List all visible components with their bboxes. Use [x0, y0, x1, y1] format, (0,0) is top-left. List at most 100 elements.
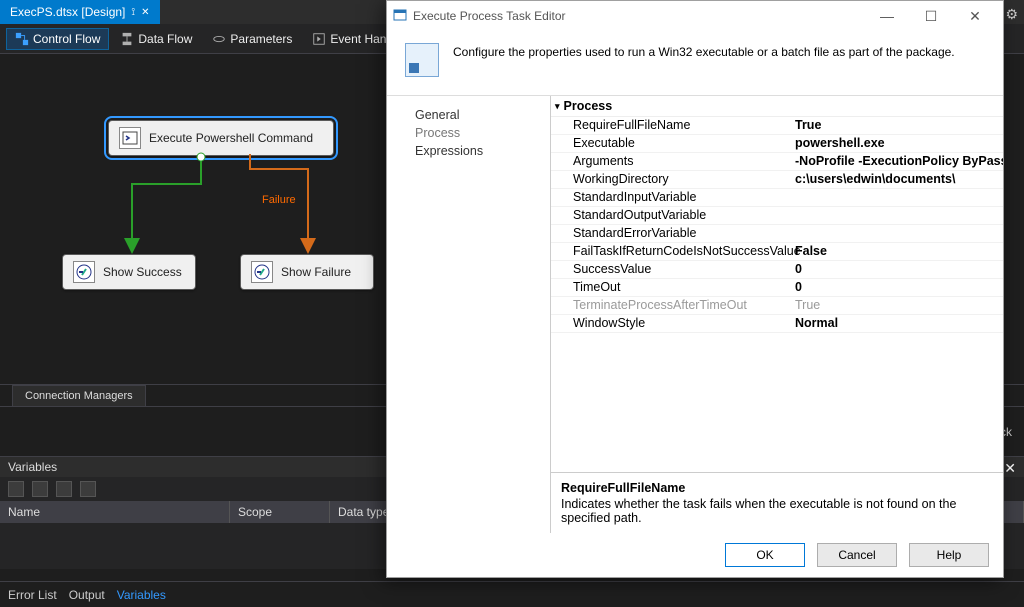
prop-row-stdin[interactable]: StandardInputVariable [551, 189, 1003, 207]
minimize-button[interactable]: — [865, 2, 909, 30]
dialog-footer: OK Cancel Help [387, 533, 1003, 577]
connection-managers-title: Connection Managers [25, 390, 133, 402]
control-flow-icon [15, 32, 29, 46]
help-label: Help [937, 548, 962, 562]
prop-key: StandardInputVariable [551, 189, 791, 206]
execute-process-icon [119, 127, 141, 149]
prop-row-failtask[interactable]: FailTaskIfReturnCodeIsNotSuccessValue Fa… [551, 243, 1003, 261]
prop-value[interactable]: 0 [791, 261, 1003, 278]
prop-row-terminate[interactable]: TerminateProcessAfterTimeOut True [551, 297, 1003, 315]
cancel-label: Cancel [838, 548, 875, 562]
window-icon [393, 8, 407, 25]
ok-button[interactable]: OK [725, 543, 805, 567]
prop-key: SuccessValue [551, 261, 791, 278]
dialog-title: Execute Process Task Editor [413, 9, 566, 23]
prop-value[interactable] [791, 225, 1003, 242]
dialog-titlebar[interactable]: Execute Process Task Editor — ☐ ✕ [387, 1, 1003, 31]
prop-value[interactable] [791, 189, 1003, 206]
tab-variables[interactable]: Variables [117, 588, 166, 602]
close-icon[interactable]: ✕ [141, 7, 149, 18]
prop-key: Arguments [551, 153, 791, 170]
toolbar-label: Data Flow [138, 32, 192, 46]
tab-error-list[interactable]: Error List [8, 588, 57, 602]
prop-row-successvalue[interactable]: SuccessValue 0 [551, 261, 1003, 279]
constraint-failure-label: Failure [262, 194, 296, 206]
prop-key: RequireFullFileName [551, 117, 791, 134]
toolbar-label: Parameters [230, 32, 292, 46]
gear-icon[interactable]: ⚙ [1005, 6, 1018, 23]
variables-col-name[interactable]: Name [0, 501, 230, 523]
connection-managers-tab[interactable]: Connection Managers [12, 385, 146, 406]
dialog-nav: General Process Expressions [387, 96, 551, 533]
document-tab[interactable]: ExecPS.dtsx [Design] ⟟ ✕ [0, 0, 160, 24]
add-variable-button[interactable] [8, 481, 24, 497]
pin-icon[interactable]: ⟟ [131, 7, 135, 18]
property-description-pane: RequireFullFileName Indicates whether th… [551, 473, 1003, 533]
prop-key: StandardOutputVariable [551, 207, 791, 224]
dialog-header: Configure the properties used to run a W… [387, 31, 1003, 96]
prop-row-workingdirectory[interactable]: WorkingDirectory c:\users\edwin\document… [551, 171, 1003, 189]
tab-parameters[interactable]: Parameters [203, 28, 301, 50]
close-button[interactable]: ✕ [953, 2, 997, 30]
prop-value[interactable]: powershell.exe [791, 135, 1003, 152]
prop-key: TimeOut [551, 279, 791, 296]
status-tabs: Error List Output Variables [0, 581, 1024, 607]
prop-row-stdout[interactable]: StandardOutputVariable [551, 207, 1003, 225]
prop-key: Executable [551, 135, 791, 152]
prop-row-timeout[interactable]: TimeOut 0 [551, 279, 1003, 297]
prop-value[interactable]: -NoProfile -ExecutionPolicy ByPass -Comm… [791, 153, 1003, 170]
move-variable-button[interactable] [56, 481, 72, 497]
ok-label: OK [756, 548, 773, 562]
property-category[interactable]: ▾ Process [551, 96, 1003, 117]
prop-key: FailTaskIfReturnCodeIsNotSuccessValue [551, 243, 791, 260]
nav-expressions[interactable]: Expressions [415, 142, 536, 160]
prop-key: WorkingDirectory [551, 171, 791, 188]
delete-variable-button[interactable] [32, 481, 48, 497]
task-execute-powershell[interactable]: Execute Powershell Command [108, 120, 334, 156]
variables-col-scope[interactable]: Scope [230, 501, 330, 523]
document-tab-label: ExecPS.dtsx [Design] [10, 5, 125, 19]
prop-key: StandardErrorVariable [551, 225, 791, 242]
property-grid[interactable]: ▾ Process RequireFullFileName True Execu… [551, 96, 1003, 473]
event-handlers-icon [312, 32, 326, 46]
property-description-text: Indicates whether the task fails when th… [561, 497, 993, 525]
prop-value[interactable]: Normal [791, 315, 1003, 332]
task-label: Execute Powershell Command [149, 131, 313, 145]
prop-value[interactable]: False [791, 243, 1003, 260]
prop-value[interactable] [791, 207, 1003, 224]
task-label: Show Failure [281, 265, 351, 279]
script-failure-icon [251, 261, 273, 283]
parameters-icon [212, 32, 226, 46]
tab-control-flow[interactable]: Control Flow [6, 28, 109, 50]
prop-key: TerminateProcessAfterTimeOut [551, 297, 791, 314]
dialog-header-icon [405, 43, 439, 77]
maximize-button[interactable]: ☐ [909, 2, 953, 30]
nav-process[interactable]: Process [415, 124, 536, 142]
task-label: Show Success [103, 265, 182, 279]
prop-row-stderr[interactable]: StandardErrorVariable [551, 225, 1003, 243]
task-show-success[interactable]: Show Success [62, 254, 196, 290]
nav-general[interactable]: General [415, 106, 536, 124]
prop-row-arguments[interactable]: Arguments -NoProfile -ExecutionPolicy By… [551, 153, 1003, 171]
property-description-title: RequireFullFileName [561, 481, 993, 495]
grid-options-button[interactable] [80, 481, 96, 497]
prop-row-executable[interactable]: Executable powershell.exe [551, 135, 1003, 153]
chevron-down-icon[interactable]: ▾ [555, 101, 560, 112]
dialog-description: Configure the properties used to run a W… [453, 43, 955, 59]
dialog-body: General Process Expressions ▾ Process Re… [387, 96, 1003, 533]
execute-process-task-editor-dialog: Execute Process Task Editor — ☐ ✕ Config… [386, 0, 1004, 578]
close-panel-icon[interactable]: ✕ [1004, 460, 1016, 477]
cancel-button[interactable]: Cancel [817, 543, 897, 567]
dialog-main: ▾ Process RequireFullFileName True Execu… [551, 96, 1003, 533]
tab-output[interactable]: Output [69, 588, 105, 602]
help-button[interactable]: Help [909, 543, 989, 567]
prop-row-windowstyle[interactable]: WindowStyle Normal [551, 315, 1003, 333]
prop-value[interactable]: True [791, 117, 1003, 134]
tab-data-flow[interactable]: Data Flow [111, 28, 201, 50]
prop-value: True [791, 297, 1003, 314]
prop-row-requirefullfilename[interactable]: RequireFullFileName True [551, 117, 1003, 135]
task-show-failure[interactable]: Show Failure [240, 254, 374, 290]
prop-value[interactable]: 0 [791, 279, 1003, 296]
prop-value[interactable]: c:\users\edwin\documents\ [791, 171, 1003, 188]
prop-key: WindowStyle [551, 315, 791, 332]
